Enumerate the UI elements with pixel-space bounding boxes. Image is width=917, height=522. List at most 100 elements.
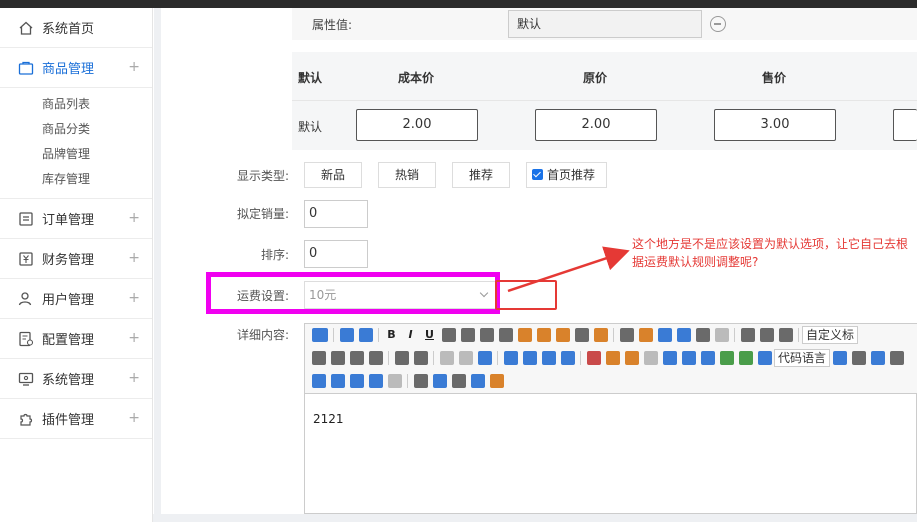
expand-icon[interactable]: +: [128, 291, 140, 305]
insert-music-icon[interactable]: [681, 351, 696, 365]
original-price-input[interactable]: 2.00: [535, 109, 657, 141]
custom-title-dropdown[interactable]: 自定义标: [802, 326, 859, 344]
sidebar-item-users[interactable]: 用户管理 +: [0, 279, 152, 319]
submenu-item-stock[interactable]: 库存管理: [0, 167, 152, 192]
map-icon[interactable]: [719, 351, 734, 365]
align-right-icon[interactable]: [349, 351, 364, 365]
sidebar-item-config[interactable]: 配置管理 +: [0, 319, 152, 359]
link-icon[interactable]: [439, 351, 454, 365]
unlink-icon[interactable]: [458, 351, 473, 365]
sidebar-item-finance[interactable]: 财务管理 +: [0, 239, 152, 279]
subscript-icon[interactable]: [498, 328, 513, 342]
tag-new-button[interactable]: 新品: [304, 162, 362, 188]
sidebar-item-plugins[interactable]: 插件管理 +: [0, 399, 152, 439]
redo-icon[interactable]: [358, 328, 373, 342]
font-color-icon[interactable]: [619, 328, 634, 342]
page-break-icon[interactable]: [832, 351, 847, 365]
remove-circle-icon[interactable]: [710, 16, 726, 32]
row-spacing-top-icon[interactable]: [740, 328, 755, 342]
bold-icon[interactable]: B: [385, 328, 399, 342]
insert-col-icon[interactable]: [368, 374, 383, 388]
html-source-icon[interactable]: [311, 328, 328, 342]
align-center-icon[interactable]: [330, 351, 345, 365]
expand-icon[interactable]: +: [128, 211, 140, 225]
sidebar-item-products[interactable]: 商品管理 +: [0, 48, 152, 88]
emoji-icon[interactable]: [624, 351, 639, 365]
italic-icon[interactable]: I: [404, 328, 418, 342]
sidebar-item-orders[interactable]: 订单管理 +: [0, 199, 152, 239]
shipping-select[interactable]: 10元: [304, 281, 496, 309]
products-submenu: 商品列表 商品分类 品牌管理 库存管理: [0, 88, 152, 199]
new-doc-icon[interactable]: [714, 328, 729, 342]
expand-icon[interactable]: +: [128, 331, 140, 345]
scrawl-icon[interactable]: [643, 351, 658, 365]
drafts-icon[interactable]: [489, 374, 504, 388]
underline-icon[interactable]: U: [423, 328, 437, 342]
image-center-icon[interactable]: [560, 351, 575, 365]
align-left-icon[interactable]: [311, 351, 326, 365]
sidebar-item-home[interactable]: 系统首页: [0, 8, 152, 48]
print-icon[interactable]: [413, 374, 428, 388]
paragraph-icon[interactable]: [695, 328, 710, 342]
extra-price-input[interactable]: [893, 109, 917, 141]
submenu-item-product-category[interactable]: 商品分类: [0, 117, 152, 142]
superscript-icon[interactable]: [479, 328, 494, 342]
submenu-item-brand[interactable]: 品牌管理: [0, 142, 152, 167]
google-map-icon[interactable]: [738, 351, 753, 365]
horizontal-rule-icon[interactable]: [889, 351, 904, 365]
merge-cells-icon[interactable]: [387, 374, 402, 388]
delete-table-icon[interactable]: [330, 374, 345, 388]
paste-plain-icon[interactable]: [593, 328, 608, 342]
row-spacing-bottom-icon[interactable]: [759, 328, 774, 342]
submenu-item-product-list[interactable]: 商品列表: [0, 92, 152, 117]
auto-format-icon[interactable]: [555, 328, 570, 342]
font-border-icon[interactable]: [441, 328, 456, 342]
eraser-icon[interactable]: [517, 328, 532, 342]
help-icon[interactable]: [470, 374, 485, 388]
sidebar-item-label: 用户管理: [42, 293, 95, 308]
sort-input[interactable]: 0: [304, 240, 368, 268]
sidebar-item-system[interactable]: 系统管理 +: [0, 359, 152, 399]
expand-icon[interactable]: +: [128, 371, 140, 385]
editor-content[interactable]: 2121: [313, 412, 344, 426]
multi-image-icon[interactable]: [605, 351, 620, 365]
line-height-icon[interactable]: [778, 328, 793, 342]
highlight-color-icon[interactable]: [638, 328, 653, 342]
blockquote-icon[interactable]: [574, 328, 589, 342]
image-left-icon[interactable]: [503, 351, 518, 365]
text-direction-ltr-icon[interactable]: [394, 351, 409, 365]
attachment-icon[interactable]: [700, 351, 715, 365]
insert-video-icon[interactable]: [662, 351, 677, 365]
checkbox-checked-icon[interactable]: [532, 169, 543, 180]
image-right-icon[interactable]: [541, 351, 556, 365]
undo-icon[interactable]: [339, 328, 354, 342]
tag-hot-button[interactable]: 热销: [378, 162, 436, 188]
search-replace-icon[interactable]: [451, 374, 466, 388]
insert-table-icon[interactable]: [311, 374, 326, 388]
format-brush-icon[interactable]: [536, 328, 551, 342]
code-language-dropdown[interactable]: 代码语言: [774, 349, 831, 367]
cost-price-input[interactable]: 2.00: [356, 109, 478, 141]
sale-price-input[interactable]: 3.00: [714, 109, 836, 141]
text-direction-rtl-icon[interactable]: [413, 351, 428, 365]
align-justify-icon[interactable]: [368, 351, 383, 365]
insert-image-icon[interactable]: [586, 351, 601, 365]
image-none-icon[interactable]: [522, 351, 537, 365]
template-icon[interactable]: [851, 351, 866, 365]
attribute-value-input[interactable]: 默认: [508, 10, 702, 38]
ordered-list-icon[interactable]: [657, 328, 672, 342]
expand-icon[interactable]: +: [128, 60, 140, 74]
planned-sales-input[interactable]: 0: [304, 200, 368, 228]
expand-icon[interactable]: +: [128, 251, 140, 265]
user-icon: [18, 291, 34, 307]
strikethrough-icon[interactable]: [460, 328, 475, 342]
tag-recommend-button[interactable]: 推荐: [452, 162, 510, 188]
unordered-list-icon[interactable]: [676, 328, 691, 342]
preview-icon[interactable]: [432, 374, 447, 388]
insert-frame-icon[interactable]: [757, 351, 772, 365]
background-icon[interactable]: [870, 351, 885, 365]
expand-icon[interactable]: +: [128, 411, 140, 425]
anchor-icon[interactable]: [477, 351, 492, 365]
rich-text-editor[interactable]: B I U 自定义标 代码语言 2121: [304, 323, 917, 514]
insert-row-icon[interactable]: [349, 374, 364, 388]
